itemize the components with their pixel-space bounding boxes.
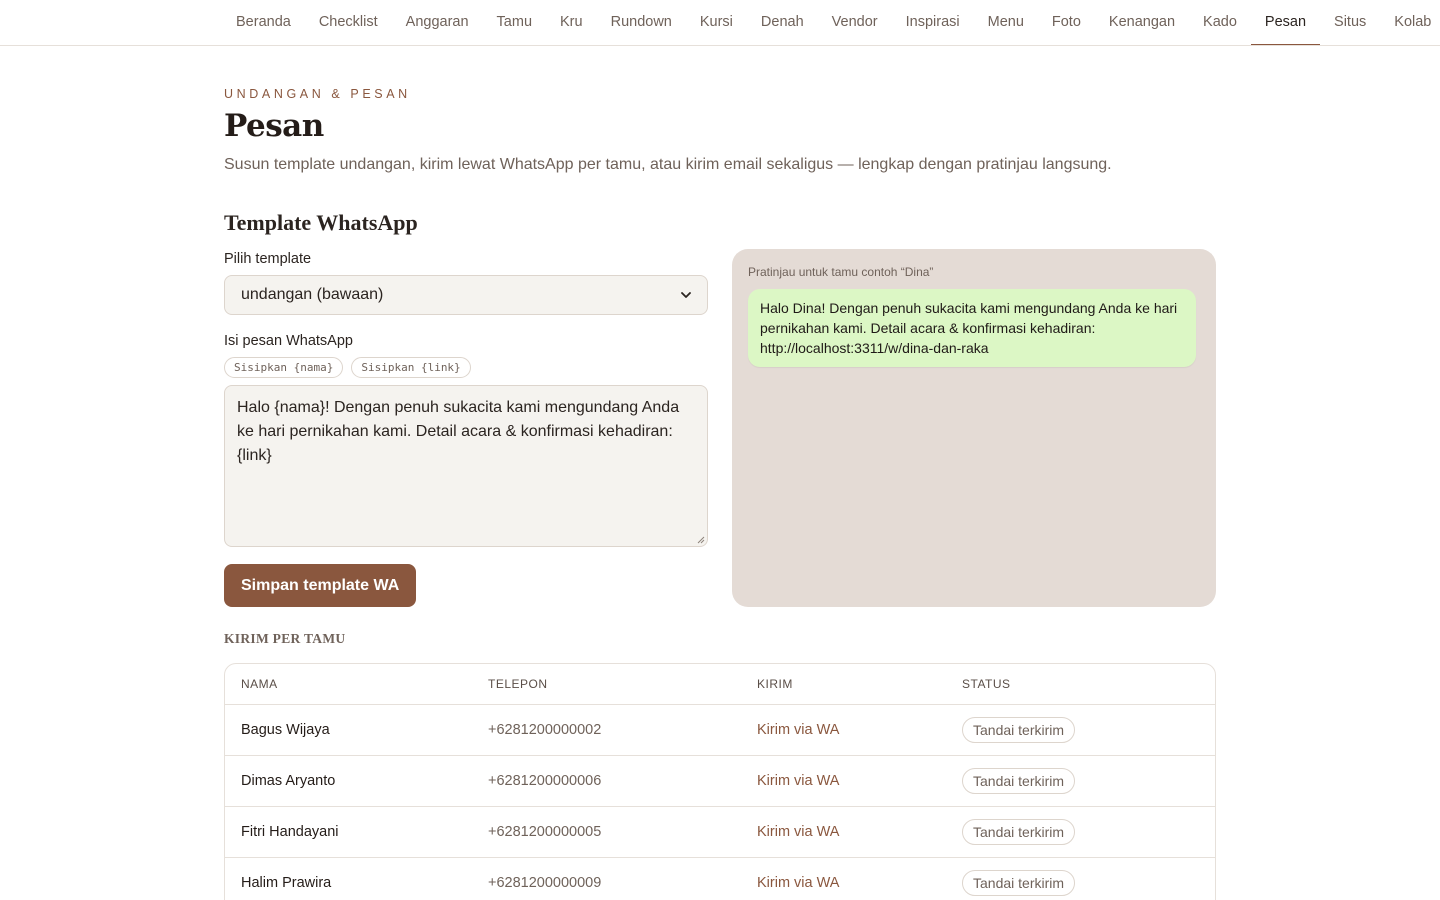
tab-kursi[interactable]: Kursi [686,0,747,45]
message-preview-panel: Pratinjau untuk tamu contoh “Dina” Halo … [732,249,1216,607]
guest-name: Fitri Handayani [241,824,339,840]
whatsapp-template-heading: Template WhatsApp [224,210,418,235]
tab-tamu[interactable]: Tamu [483,0,546,45]
table-body: Bagus Wijaya +6281200000002 Kirim via WA Ta… [225,705,1215,900]
tab-denah[interactable]: Denah [747,0,818,45]
page-subtitle: Susun template undangan, kirim lewat Wha… [224,156,1112,173]
tab-situs[interactable]: Situs [1320,0,1380,45]
nav-tabs: Beranda Checklist Anggaran Tamu Kru Rundown Ku… [222,0,1440,45]
guest-name: Halim Prawira [241,875,332,891]
mark-sent-button[interactable]: Tandai terkirim [962,819,1076,845]
table-row: Bagus Wijaya +6281200000002 Kirim via WA Ta… [225,705,1215,756]
tab-menu[interactable]: Menu [974,0,1038,45]
guest-phone: +6281200000005 [488,824,602,840]
guest-name: Bagus Wijaya [241,722,330,738]
guest-phone: +6281200000009 [488,875,602,891]
send-via-wa-link[interactable]: Kirim via WA [757,875,839,891]
header-status: STATUS [962,677,1011,691]
template-select[interactable]: undangan (bawaan) [224,275,708,315]
tab-beranda[interactable]: Beranda [222,0,305,45]
tab-vendor[interactable]: Vendor [818,0,892,45]
insert-nama-chip[interactable]: Sisipkan {nama} [224,357,344,378]
insert-link-chip[interactable]: Sisipkan {link} [351,357,471,378]
tab-anggaran[interactable]: Anggaran [392,0,483,45]
tab-kolab[interactable]: Kolab [1380,0,1440,45]
mark-sent-button[interactable]: Tandai terkirim [962,870,1076,896]
message-textarea[interactable]: Halo {nama}! Dengan penuh sukacita kami … [224,385,708,547]
tab-inspirasi[interactable]: Inspirasi [892,0,974,45]
top-navigation: Beranda Checklist Anggaran Tamu Kru Rundown Ku… [0,0,1440,46]
header-telepon: TELEPON [488,677,548,691]
preview-caption: Pratinjau untuk tamu contoh “Dina” [748,265,934,279]
tab-checklist[interactable]: Checklist [305,0,392,45]
page-title: Pesan [224,108,324,144]
resize-grip-icon[interactable] [697,536,705,544]
header-nama: NAMA [241,677,278,691]
preview-message-bubble: Halo Dina! Dengan penuh sukacita kami me… [748,289,1196,367]
message-label: Isi pesan WhatsApp [224,333,353,349]
guest-phone: +6281200000006 [488,773,602,789]
send-per-guest-heading: KIRIM PER TAMU [224,631,346,646]
table-header: NAMA TELEPON KIRIM STATUS [225,664,1215,705]
tab-kru[interactable]: Kru [546,0,597,45]
tab-kenangan[interactable]: Kenangan [1095,0,1189,45]
guest-send-table: NAMA TELEPON KIRIM STATUS Bagus Wijaya +6… [224,663,1216,900]
send-via-wa-link[interactable]: Kirim via WA [757,824,839,840]
header-kirim: KIRIM [757,677,793,691]
placeholder-chips: Sisipkan {nama} Sisipkan {link} [224,357,471,378]
table-row: Fitri Handayani +6281200000005 Kirim via W… [225,807,1215,858]
guest-name: Dimas Aryanto [241,773,336,789]
table-row: Dimas Aryanto +6281200000006 Kirim via WA T… [225,756,1215,807]
mark-sent-button[interactable]: Tandai terkirim [962,768,1076,794]
send-via-wa-link[interactable]: Kirim via WA [757,773,839,789]
tab-rundown[interactable]: Rundown [597,0,686,45]
send-via-wa-link[interactable]: Kirim via WA [757,722,839,738]
table-row: Halim Prawira +6281200000009 Kirim via WA T… [225,858,1215,900]
mark-sent-button[interactable]: Tandai terkirim [962,717,1076,743]
tab-pesan[interactable]: Pesan [1250,0,1321,45]
guest-phone: +6281200000002 [488,722,602,738]
chevron-down-icon [681,292,691,298]
tab-kado[interactable]: Kado [1189,0,1251,45]
save-template-button[interactable]: Simpan template WA [224,564,417,607]
template-select-value: undangan (bawaan) [241,286,384,303]
page-eyebrow: UNDANGAN & PESAN [224,87,411,101]
template-select-label: Pilih template [224,251,312,267]
tab-foto[interactable]: Foto [1038,0,1095,45]
message-text: Halo {nama}! Dengan penuh sukacita kami … [237,399,680,464]
